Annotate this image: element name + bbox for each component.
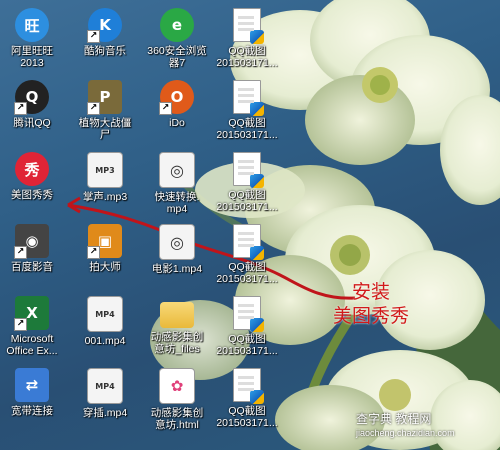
desktop-icon-label: 电影1.mp4	[151, 263, 203, 275]
desktop-icon-label: 植物大战僵尸	[78, 117, 132, 141]
video-reel-icon: ◎	[159, 152, 195, 188]
desktop-icon[interactable]: P ↗ 植物大战僵尸	[68, 80, 142, 150]
desktop-icon[interactable]: 秀美图秀秀	[0, 152, 69, 222]
desktop-icon[interactable]: Q ↗ 腾讯QQ	[0, 80, 69, 150]
desktop-icon[interactable]: MP3 掌声.mp3	[68, 152, 142, 222]
desktop-icon[interactable]: X ↗ Microsoft Office Ex...	[0, 296, 69, 366]
desktop-icon[interactable]: MP4 001.mp4	[68, 296, 142, 366]
desktop-icon-label: 美图秀秀	[11, 189, 53, 201]
desktop-icon-label: Microsoft Office Ex...	[6, 333, 58, 357]
watermark-title: 查字典 教程网	[356, 412, 432, 426]
desktop-icon-label: 001.mp4	[84, 335, 126, 347]
shortcut-arrow-icon: ↗	[87, 30, 100, 43]
desktop-icon[interactable]: K ↗ 酷狗音乐	[68, 8, 142, 78]
shortcut-arrow-icon: ↗	[87, 102, 100, 115]
meitu-xiuxiu-icon: 秀	[15, 152, 49, 186]
plants-vs-zombies-icon: P ↗	[87, 80, 122, 115]
qq-penguin-icon: Q ↗	[14, 80, 49, 115]
annotation-line-1: 安装	[352, 281, 391, 303]
desktop-icon-label: QQ截图 201503171...	[216, 189, 278, 213]
desktop-icon-label: QQ截图 201503171...	[216, 45, 278, 69]
desktop-icon-label: 宽带连接	[11, 405, 53, 417]
mp4-file-icon: MP4	[87, 296, 123, 332]
image-file-icon	[233, 80, 264, 116]
desktop-icon[interactable]: O ↗ iDo	[140, 80, 214, 150]
shortcut-arrow-icon: ↗	[87, 246, 100, 259]
aliwangwang-icon: 旺	[15, 8, 49, 42]
desktop-icon-label: 阿里旺旺 2013	[11, 45, 53, 69]
image-file-icon	[233, 368, 264, 404]
desktop-icon-label: QQ截图 201503171...	[216, 261, 278, 285]
annotation-line-2: 美图秀秀	[333, 305, 410, 327]
network-connection-icon: ⇄	[15, 368, 49, 402]
ido-icon: O ↗	[159, 80, 194, 115]
browser-360-icon: e	[160, 8, 194, 42]
annotation-install-meitu: 安装 美图秀秀	[333, 280, 409, 328]
desktop-icon-label: QQ截图 201503171...	[216, 405, 278, 429]
shortcut-arrow-icon: ↗	[159, 102, 172, 115]
desktop-icon[interactable]: ◉ ↗ 百度影音	[0, 224, 69, 294]
desktop-icon-label: 动感影集创 意坊.html	[150, 407, 204, 431]
desktop-icon-label: iDo	[169, 117, 185, 129]
desktop-icon[interactable]: ▣ ↗ 拍大师	[68, 224, 142, 294]
image-file-icon	[233, 152, 264, 188]
mp3-file-icon: MP3	[87, 152, 123, 188]
desktop-icon[interactable]: ◎ 电影1.mp4	[140, 224, 214, 294]
desktop-icon[interactable]: ◎ 快速转换. mp4	[140, 152, 214, 222]
image-file-icon	[233, 224, 264, 260]
desktop-icon[interactable]: 旺阿里旺旺 2013	[0, 8, 69, 78]
desktop-icon-label: 360安全浏览 器7	[147, 45, 207, 69]
desktop-icon[interactable]: QQ截图 201503171...	[210, 80, 284, 150]
camera-icon: ▣ ↗	[87, 224, 122, 259]
desktop-icon-label: QQ截图 201503171...	[216, 117, 278, 141]
watermark-url: jiaocheng.chazidian.com	[356, 428, 455, 438]
desktop-icon[interactable]: ⇄ 宽带连接	[0, 368, 69, 438]
desktop-icon[interactable]: QQ截图 201503171...	[210, 296, 284, 366]
image-file-icon	[233, 8, 264, 44]
watermark: 查字典 教程网 jiaocheng.chazidian.com	[356, 412, 455, 440]
desktop-icon[interactable]: MP4 穿插.mp4	[68, 368, 142, 438]
shortcut-arrow-icon: ↗	[14, 246, 27, 259]
video-reel-icon: ◎	[159, 224, 195, 260]
html-file-icon: ✿	[159, 368, 195, 404]
desktop-icon-label: 快速转换. mp4	[154, 191, 200, 215]
desktop-icon-label: 腾讯QQ	[13, 117, 51, 129]
desktop-icon[interactable]: QQ截图 201503171...	[210, 8, 284, 78]
desktop-icon[interactable]: e 360安全浏览 器7	[140, 8, 214, 78]
film-reel-icon: ◉ ↗	[14, 224, 49, 259]
desktop-icon-label: 动感影集创 意坊_files	[150, 331, 204, 355]
kugou-icon: K ↗	[87, 8, 122, 43]
desktop-icon-label: 穿插.mp4	[82, 407, 128, 419]
shortcut-arrow-icon: ↗	[14, 318, 27, 331]
shortcut-arrow-icon: ↗	[14, 102, 27, 115]
desktop-icon[interactable]: QQ截图 201503171...	[210, 368, 284, 438]
desktop-icon[interactable]: ✿ 动感影集创 意坊.html	[140, 368, 214, 438]
desktop-icon-label: 百度影音	[11, 261, 53, 273]
desktop-icon-label: 酷狗音乐	[84, 45, 126, 57]
desktop-icon-label: 掌声.mp3	[82, 191, 128, 203]
desktop-icon[interactable]: 动感影集创 意坊_files	[140, 296, 214, 366]
desktop-icon[interactable]: QQ截图 201503171...	[210, 152, 284, 222]
mp4-file-icon: MP4	[87, 368, 123, 404]
desktop-icon[interactable]: QQ截图 201503171...	[210, 224, 284, 294]
desktop-icon-label: 拍大师	[89, 261, 121, 273]
image-file-icon	[233, 296, 264, 332]
desktop-icon-label: QQ截图 201503171...	[216, 333, 278, 357]
folder-icon	[160, 302, 194, 328]
excel-icon: X ↗	[14, 296, 49, 331]
